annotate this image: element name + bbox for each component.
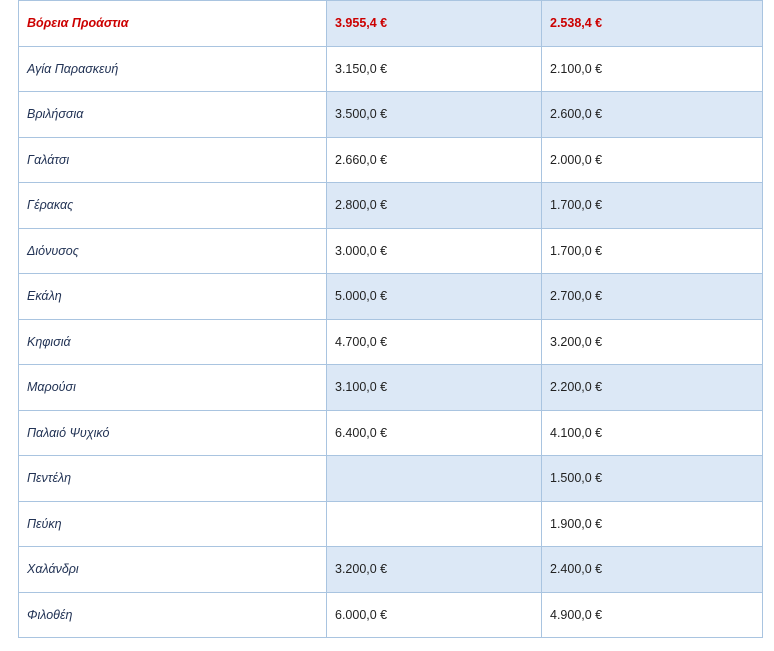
table-row: Εκάλη 5.000,0 € 2.700,0 € xyxy=(19,274,763,320)
table-row: Χαλάνδρι 3.200,0 € 2.400,0 € xyxy=(19,547,763,593)
table-row: Φιλοθέη 6.000,0 € 4.900,0 € xyxy=(19,592,763,638)
price-1: 3.500,0 € xyxy=(327,92,542,138)
area-name: Γέρακας xyxy=(19,183,327,229)
area-name: Αγία Παρασκευή xyxy=(19,46,327,92)
table-row: Μαρούσι 3.100,0 € 2.200,0 € xyxy=(19,365,763,411)
area-name: Εκάλη xyxy=(19,274,327,320)
price-1: 6.400,0 € xyxy=(327,410,542,456)
table-row: Γέρακας 2.800,0 € 1.700,0 € xyxy=(19,183,763,229)
price-2: 2.100,0 € xyxy=(542,46,763,92)
price-2: 2.000,0 € xyxy=(542,137,763,183)
price-1: 3.000,0 € xyxy=(327,228,542,274)
price-2: 4.900,0 € xyxy=(542,592,763,638)
price-2: 2.400,0 € xyxy=(542,547,763,593)
price-1 xyxy=(327,456,542,502)
table-row: Αγία Παρασκευή 3.150,0 € 2.100,0 € xyxy=(19,46,763,92)
price-1: 6.000,0 € xyxy=(327,592,542,638)
table-row: Πεύκη 1.900,0 € xyxy=(19,501,763,547)
region-name: Βόρεια Προάστια xyxy=(19,1,327,47)
area-name: Παλαιό Ψυχικό xyxy=(19,410,327,456)
area-name: Μαρούσι xyxy=(19,365,327,411)
price-1: 5.000,0 € xyxy=(327,274,542,320)
price-1: 4.700,0 € xyxy=(327,319,542,365)
area-name: Βριλήσσια xyxy=(19,92,327,138)
price-1: 2.800,0 € xyxy=(327,183,542,229)
price-2: 4.100,0 € xyxy=(542,410,763,456)
area-name: Κηφισιά xyxy=(19,319,327,365)
price-2: 1.900,0 € xyxy=(542,501,763,547)
area-name: Φιλοθέη xyxy=(19,592,327,638)
area-name: Χαλάνδρι xyxy=(19,547,327,593)
price-1 xyxy=(327,501,542,547)
price-2: 1.500,0 € xyxy=(542,456,763,502)
price-1: 3.200,0 € xyxy=(327,547,542,593)
area-name: Διόνυσος xyxy=(19,228,327,274)
region-price-2: 2.538,4 € xyxy=(542,1,763,47)
table-row: Κηφισιά 4.700,0 € 3.200,0 € xyxy=(19,319,763,365)
price-2: 2.600,0 € xyxy=(542,92,763,138)
price-2: 2.200,0 € xyxy=(542,365,763,411)
region-price-1: 3.955,4 € xyxy=(327,1,542,47)
price-2: 1.700,0 € xyxy=(542,228,763,274)
table-row: Βριλήσσια 3.500,0 € 2.600,0 € xyxy=(19,92,763,138)
table-row: Γαλάτσι 2.660,0 € 2.000,0 € xyxy=(19,137,763,183)
area-name: Γαλάτσι xyxy=(19,137,327,183)
price-1: 3.150,0 € xyxy=(327,46,542,92)
table-header-row: Βόρεια Προάστια 3.955,4 € 2.538,4 € xyxy=(19,1,763,47)
area-name: Πεντέλη xyxy=(19,456,327,502)
table-row: Πεντέλη 1.500,0 € xyxy=(19,456,763,502)
table-row: Παλαιό Ψυχικό 6.400,0 € 4.100,0 € xyxy=(19,410,763,456)
price-2: 3.200,0 € xyxy=(542,319,763,365)
price-2: 1.700,0 € xyxy=(542,183,763,229)
price-table: Βόρεια Προάστια 3.955,4 € 2.538,4 € Αγία… xyxy=(18,0,763,638)
price-1: 2.660,0 € xyxy=(327,137,542,183)
table-row: Διόνυσος 3.000,0 € 1.700,0 € xyxy=(19,228,763,274)
area-name: Πεύκη xyxy=(19,501,327,547)
price-2: 2.700,0 € xyxy=(542,274,763,320)
price-1: 3.100,0 € xyxy=(327,365,542,411)
